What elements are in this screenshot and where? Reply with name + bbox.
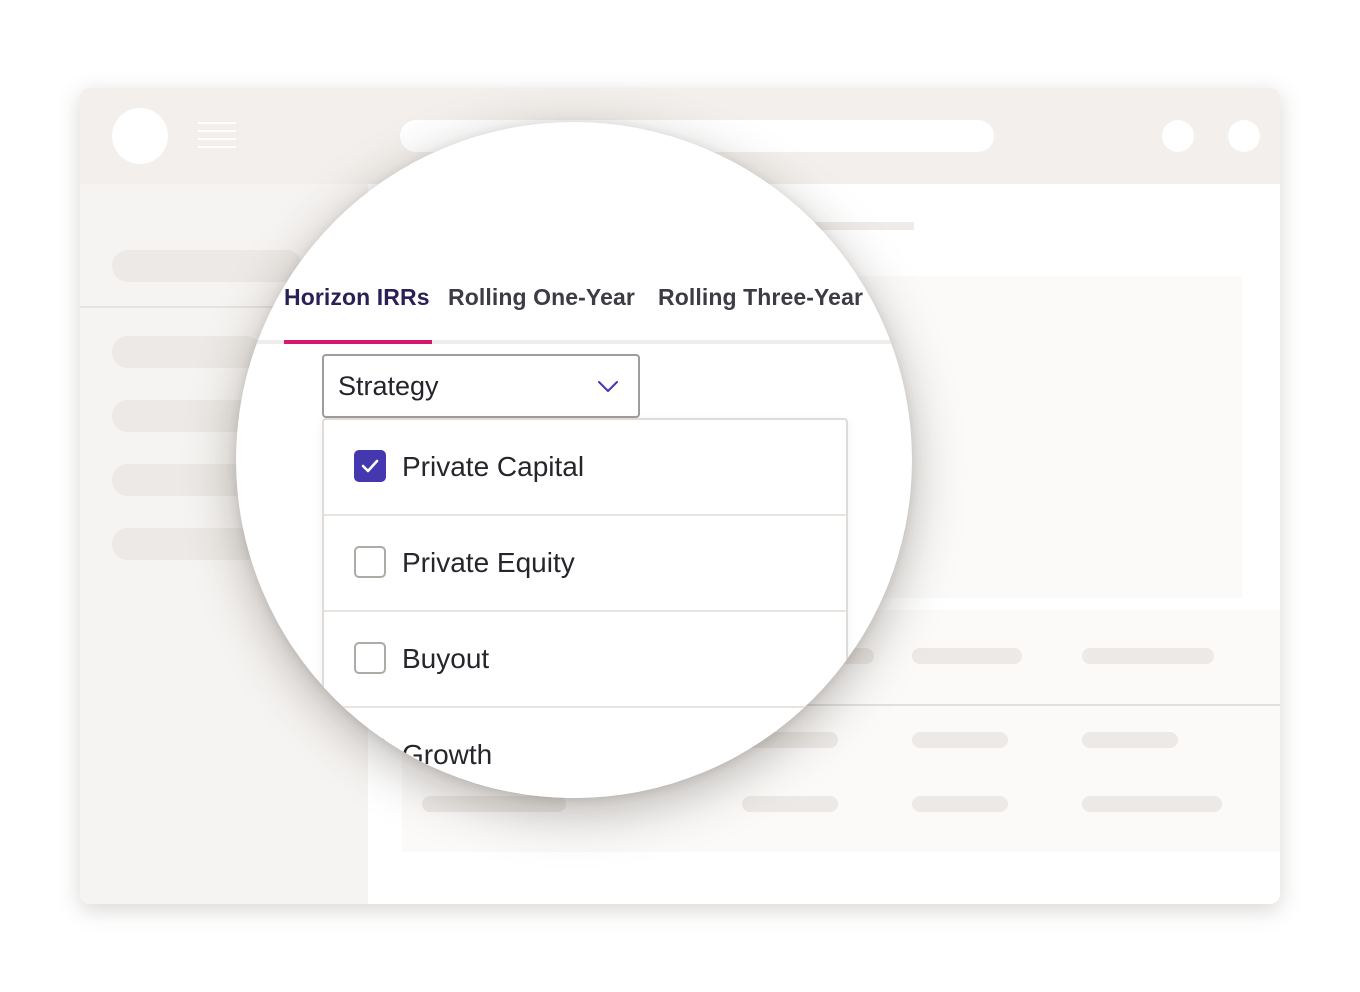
- option-buyout[interactable]: Buyout: [324, 612, 846, 708]
- strategy-select[interactable]: Strategy: [322, 354, 640, 418]
- top-action-placeholder[interactable]: [1228, 120, 1260, 152]
- top-action-placeholder[interactable]: [1162, 120, 1194, 152]
- active-tab-indicator: [284, 340, 432, 344]
- hamburger-menu-icon[interactable]: [198, 120, 236, 152]
- tab-rolling-three-year[interactable]: Rolling Three-Year: [658, 282, 863, 340]
- option-private-capital[interactable]: Private Capital: [324, 420, 846, 516]
- table-cell-placeholder: [912, 732, 1008, 748]
- checkbox-unchecked-icon[interactable]: [354, 546, 386, 578]
- table-cell-placeholder: [912, 796, 1008, 812]
- table-cell-placeholder: [1082, 648, 1214, 664]
- sidebar-item-placeholder: [112, 250, 302, 282]
- option-label: Growth: [402, 739, 493, 770]
- checkbox-checked-icon[interactable]: [354, 450, 386, 482]
- magnifier-lens: Horizon IRRs Rolling One-Year Rolling Th…: [236, 122, 912, 798]
- logo-placeholder: [112, 108, 168, 164]
- strategy-select-label: Strategy: [338, 371, 439, 401]
- option-growth[interactable]: Growth: [324, 708, 846, 798]
- option-label: Private Capital: [402, 451, 585, 482]
- stage: Horizon IRRs Rolling One-Year Rolling Th…: [0, 0, 1360, 992]
- table-cell-placeholder: [742, 796, 838, 812]
- strategy-dropdown-menu: Private Capital Private Equity Buyout Gr…: [322, 418, 848, 798]
- option-label: Buyout: [402, 643, 490, 674]
- tab-horizon-irrs[interactable]: Horizon IRRs: [284, 282, 430, 340]
- table-cell-placeholder: [422, 796, 566, 812]
- checkbox-unchecked-icon[interactable]: [354, 642, 386, 674]
- option-private-equity[interactable]: Private Equity: [324, 516, 846, 612]
- table-cell-placeholder: [1082, 796, 1222, 812]
- table-cell-placeholder: [1082, 732, 1178, 748]
- checkbox-unchecked-icon[interactable]: [354, 738, 386, 770]
- sidebar-item-placeholder: [112, 528, 262, 560]
- table-cell-placeholder: [912, 648, 1022, 664]
- chevron-down-icon: [596, 374, 620, 398]
- tab-rolling-one-year[interactable]: Rolling One-Year: [448, 282, 635, 340]
- option-label: Private Equity: [402, 547, 575, 578]
